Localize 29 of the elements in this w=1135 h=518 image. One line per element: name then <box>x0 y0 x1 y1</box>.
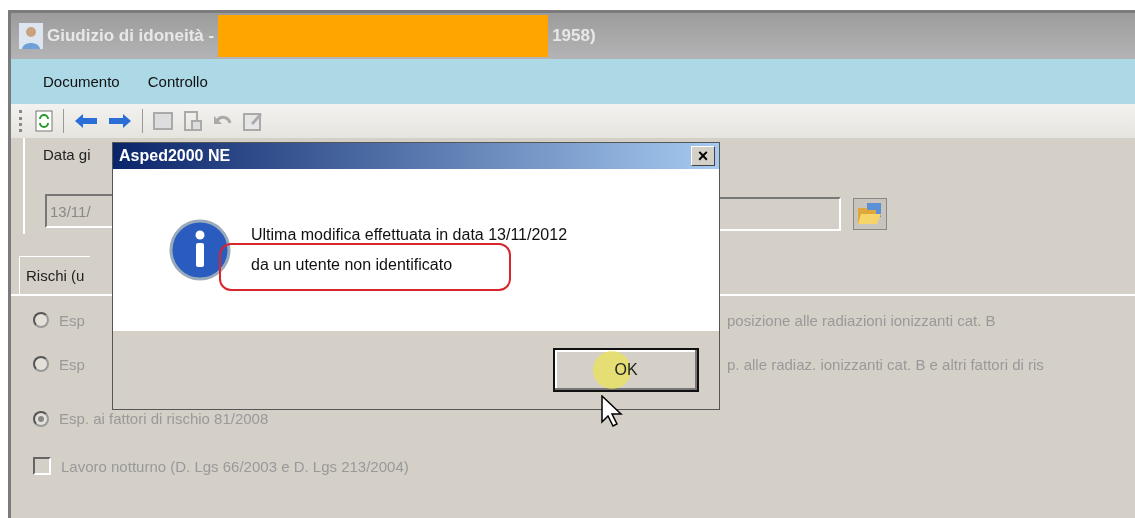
window-title: 1958) <box>552 26 596 46</box>
option-label: Esp. ai fattori di rischio 81/2008 <box>59 410 269 427</box>
option-label: Esp <box>59 311 85 329</box>
message-text: da un utente non identificato <box>251 255 453 275</box>
info-icon <box>169 219 231 281</box>
left-arrow-icon[interactable] <box>74 113 98 129</box>
folder-icon <box>857 202 883 226</box>
radio-button[interactable] <box>33 410 49 427</box>
option-label: posizione alle radiazioni ionizzanti cat. B <box>727 310 997 331</box>
menu-item[interactable]: Documento <box>43 73 120 90</box>
field-label: Data gi <box>42 145 92 163</box>
window-title: Giudizio di idoneità - <box>47 26 215 46</box>
cursor-icon <box>601 395 623 427</box>
refresh-icon[interactable] <box>35 110 53 132</box>
option-label: p. alle radiaz. ionizzanti cat. B e altri fattori di ris <box>727 354 1045 375</box>
radio-button[interactable] <box>33 312 49 328</box>
tab[interactable]: Rischi (u <box>19 256 91 294</box>
menu-item[interactable]: Controllo <box>147 73 208 90</box>
message-text: Ultima modifica effettuata in data 13/11/2012 <box>251 225 568 245</box>
right-arrow-icon[interactable] <box>108 113 132 129</box>
person-icon <box>19 23 43 49</box>
radio-button[interactable] <box>33 356 49 372</box>
checkbox-label: Lavoro notturno (D. Lgs 66/2003 e D. Lgs 213/2004) <box>61 457 409 475</box>
ok-button[interactable]: OK <box>553 348 699 392</box>
checkbox[interactable] <box>33 457 51 475</box>
option-label: Esp <box>59 355 85 373</box>
close-button[interactable]: × <box>691 146 715 166</box>
folder-button[interactable] <box>853 198 887 230</box>
dialog-title: Asped2000 NE <box>119 147 231 165</box>
